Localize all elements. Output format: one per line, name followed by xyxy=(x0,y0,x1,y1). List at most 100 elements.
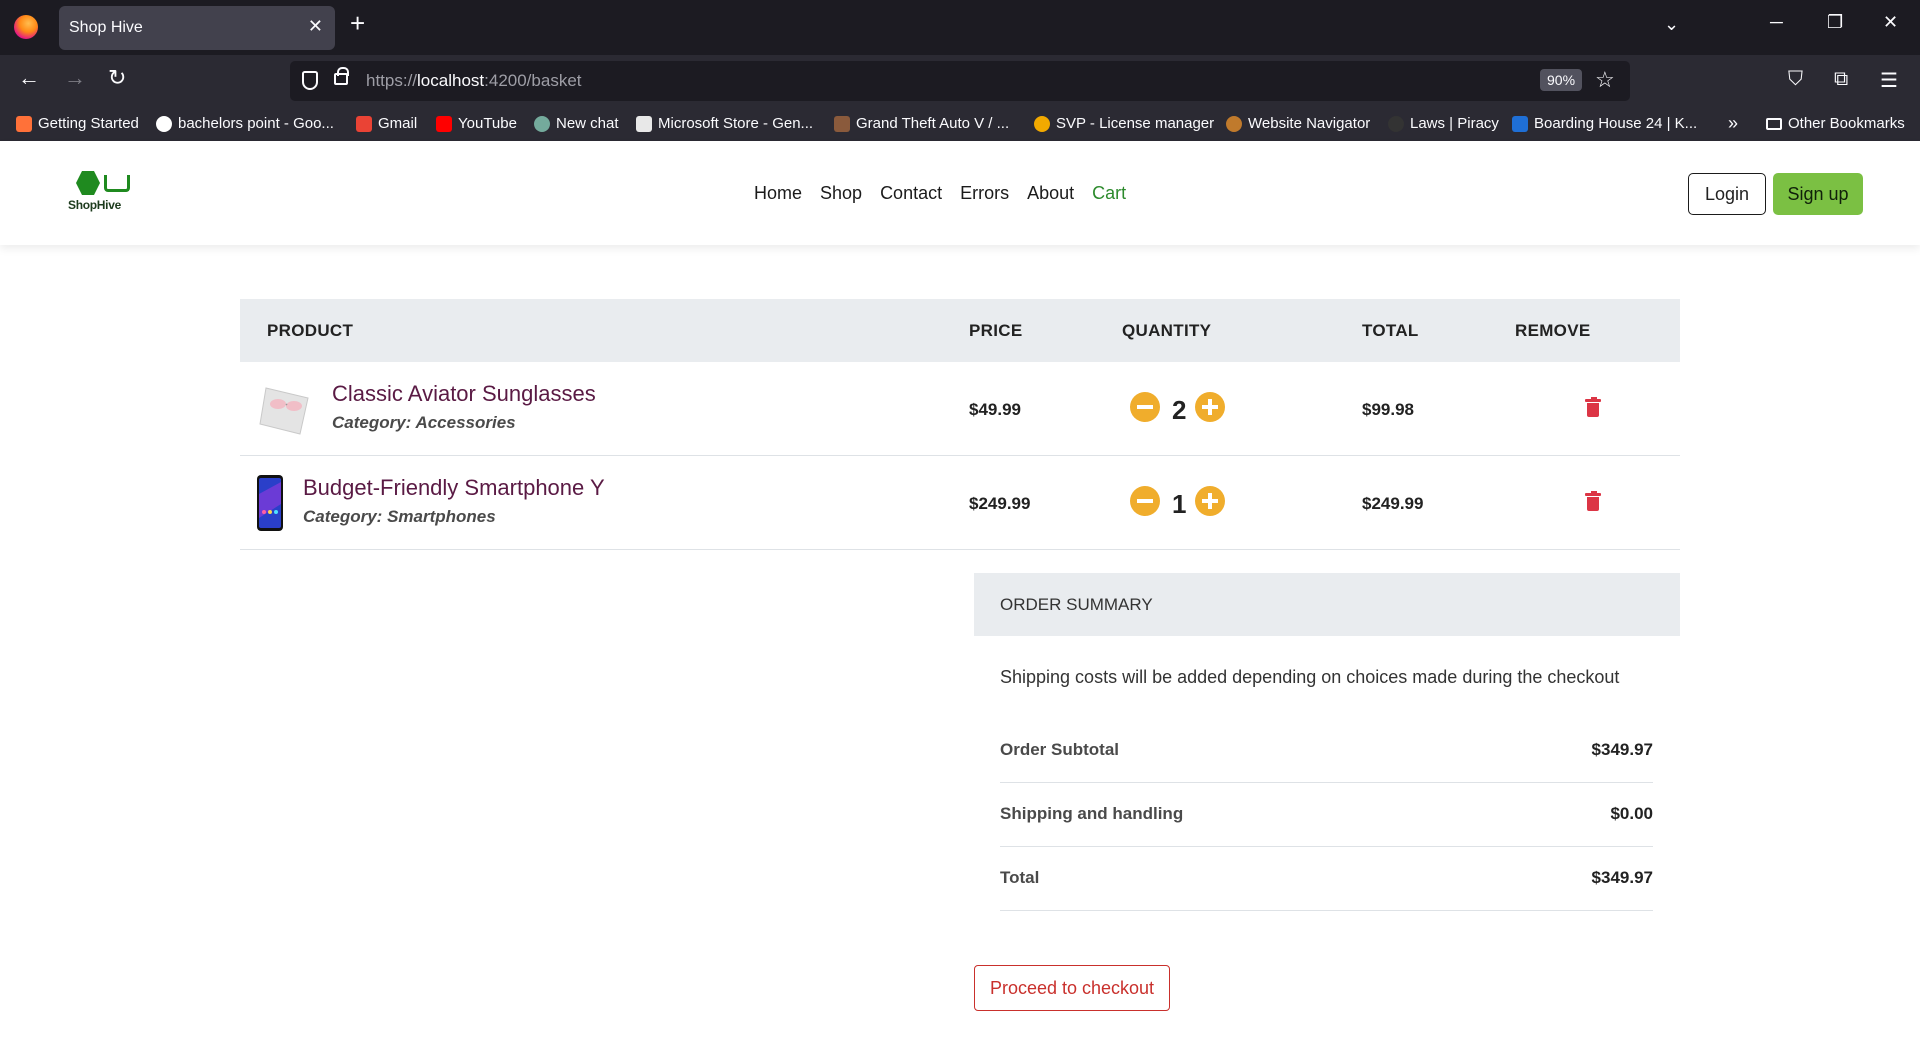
nav-errors[interactable]: Errors xyxy=(960,183,1009,204)
browser-nav-bar: ← → ↻ https://localhost:4200/basket 90% … xyxy=(0,55,1920,109)
extensions-icon[interactable]: ⧉ xyxy=(1834,68,1848,91)
total-label: Total xyxy=(1000,868,1040,887)
pocket-icon[interactable]: ⛉ xyxy=(1788,68,1803,91)
decrease-quantity-button[interactable] xyxy=(1130,392,1160,422)
more-bookmarks-icon[interactable]: » xyxy=(1728,113,1738,134)
logo-cart-icon xyxy=(104,175,130,192)
bookmark-item[interactable]: Boarding House 24 | K... xyxy=(1512,115,1697,132)
google-favicon-icon xyxy=(156,115,172,132)
site-header: ShopHive Home Shop Contact Errors About … xyxy=(0,141,1920,245)
browser-tab-bar: Shop Hive ✕ + ⌄ ─ ❐ ✕ xyxy=(0,0,1920,55)
firefox-logo-icon xyxy=(14,15,38,39)
reload-icon[interactable]: ↻ xyxy=(108,67,126,89)
tab-title: Shop Hive xyxy=(69,19,143,36)
quantity-value: 1 xyxy=(1172,489,1187,519)
zoom-level-badge[interactable]: 90% xyxy=(1540,69,1583,91)
chatgpt-favicon-icon xyxy=(534,115,550,132)
bookmark-item[interactable]: Grand Theft Auto V / ... xyxy=(834,115,1009,132)
forward-icon[interactable]: → xyxy=(64,67,86,89)
cart-table: PRODUCT PRICE QUANTITY TOTAL REMOVE Clas… xyxy=(240,299,1680,550)
tab-close-icon[interactable]: ✕ xyxy=(308,16,323,37)
product-price: $49.99 xyxy=(969,400,1021,419)
remove-trash-icon[interactable] xyxy=(1585,491,1601,511)
main-nav: Home Shop Contact Errors About Cart xyxy=(754,183,1126,204)
bookmark-item[interactable]: New chat xyxy=(534,115,619,132)
list-tabs-chevron-icon[interactable]: ⌄ xyxy=(1664,14,1679,35)
youtube-favicon-icon xyxy=(436,115,452,132)
folder-icon xyxy=(1766,117,1782,130)
bookmark-item[interactable]: SVP - License manager xyxy=(1034,115,1214,132)
header-product: PRODUCT xyxy=(267,321,354,340)
url-bar[interactable]: https://localhost:4200/basket 90% ☆ xyxy=(290,61,1630,101)
minimize-icon[interactable]: ─ xyxy=(1770,12,1783,33)
signup-button[interactable]: Sign up xyxy=(1773,173,1863,215)
product-price: $249.99 xyxy=(969,494,1031,513)
bookmark-item[interactable]: Microsoft Store - Gen... xyxy=(636,115,813,132)
browser-tab[interactable]: Shop Hive ✕ xyxy=(59,6,335,50)
shipping-row: Shipping and handling $0.00 xyxy=(1000,782,1653,847)
subtotal-row: Order Subtotal $349.97 xyxy=(1000,718,1653,783)
tracking-shield-icon[interactable] xyxy=(302,71,318,90)
header-remove: REMOVE xyxy=(1515,321,1591,340)
total-row: Total $349.97 xyxy=(1000,846,1653,911)
url-text[interactable]: https://localhost:4200/basket xyxy=(366,71,582,91)
restore-icon[interactable]: ❐ xyxy=(1827,12,1843,33)
navigator-favicon-icon xyxy=(1226,115,1242,132)
header-quantity: QUANTITY xyxy=(1122,321,1212,340)
decrease-quantity-button[interactable] xyxy=(1130,486,1160,516)
bookmark-item[interactable]: YouTube xyxy=(436,115,517,132)
back-icon[interactable]: ← xyxy=(18,67,40,89)
gmail-favicon-icon xyxy=(356,115,372,132)
line-total: $99.98 xyxy=(1362,400,1414,419)
other-bookmarks[interactable]: Other Bookmarks xyxy=(1766,115,1905,132)
smartphone-product-image[interactable] xyxy=(256,474,284,532)
store-favicon-icon xyxy=(636,115,652,132)
product-name[interactable]: Classic Aviator Sunglasses xyxy=(332,381,596,407)
table-row: Budget-Friendly Smartphone Y Category: S… xyxy=(240,456,1680,550)
table-header: PRODUCT PRICE QUANTITY TOTAL REMOVE xyxy=(240,299,1680,362)
table-row: Classic Aviator Sunglasses Category: Acc… xyxy=(240,362,1680,456)
bookmark-item[interactable]: bachelors point - Goo... xyxy=(156,115,334,132)
boarding-house-favicon-icon xyxy=(1512,115,1528,132)
shipping-label: Shipping and handling xyxy=(1000,804,1184,823)
order-summary-header: ORDER SUMMARY xyxy=(974,573,1680,636)
increase-quantity-button[interactable] xyxy=(1195,392,1225,422)
nav-contact[interactable]: Contact xyxy=(880,183,942,204)
subtotal-label: Order Subtotal xyxy=(1000,740,1120,759)
increase-quantity-button[interactable] xyxy=(1195,486,1225,516)
header-total: TOTAL xyxy=(1362,321,1419,340)
logo-hexagon-icon xyxy=(76,171,100,195)
quantity-value: 2 xyxy=(1172,395,1187,425)
bookmark-item[interactable]: Getting Started xyxy=(16,115,139,132)
product-category: Category: Smartphones xyxy=(303,507,496,526)
bookmark-item[interactable]: Laws | Piracy xyxy=(1388,115,1499,132)
login-button[interactable]: Login xyxy=(1688,173,1766,215)
line-total: $249.99 xyxy=(1362,494,1424,513)
nav-about[interactable]: About xyxy=(1027,183,1074,204)
bookmark-star-icon[interactable]: ☆ xyxy=(1595,67,1615,93)
gta-favicon-icon xyxy=(834,115,850,132)
bookmark-item[interactable]: Website Navigator xyxy=(1226,115,1370,132)
nav-home[interactable]: Home xyxy=(754,183,802,204)
product-name[interactable]: Budget-Friendly Smartphone Y xyxy=(303,475,605,501)
bookmark-favicon-icon xyxy=(16,115,32,132)
new-tab-icon[interactable]: + xyxy=(350,10,365,36)
piracy-favicon-icon xyxy=(1388,115,1404,132)
svp-favicon-icon xyxy=(1034,115,1050,132)
remove-trash-icon[interactable] xyxy=(1585,397,1601,417)
shipping-value: $0.00 xyxy=(1610,804,1653,823)
sunglasses-product-image[interactable] xyxy=(256,378,312,436)
window-close-icon[interactable]: ✕ xyxy=(1883,12,1898,33)
product-category: Category: Accessories xyxy=(332,413,516,432)
subtotal-value: $349.97 xyxy=(1591,740,1653,759)
lock-icon[interactable] xyxy=(334,67,349,85)
nav-cart[interactable]: Cart xyxy=(1092,183,1126,204)
nav-shop[interactable]: Shop xyxy=(820,183,862,204)
proceed-to-checkout-button[interactable]: Proceed to checkout xyxy=(974,965,1170,1011)
menu-icon[interactable]: ☰ xyxy=(1880,68,1898,93)
bookmark-item[interactable]: Gmail xyxy=(356,115,417,132)
header-price: PRICE xyxy=(969,321,1023,340)
shophive-logo[interactable]: ShopHive xyxy=(66,171,136,215)
shipping-note: Shipping costs will be added depending o… xyxy=(1000,667,1620,687)
logo-text: ShopHive xyxy=(68,198,121,212)
